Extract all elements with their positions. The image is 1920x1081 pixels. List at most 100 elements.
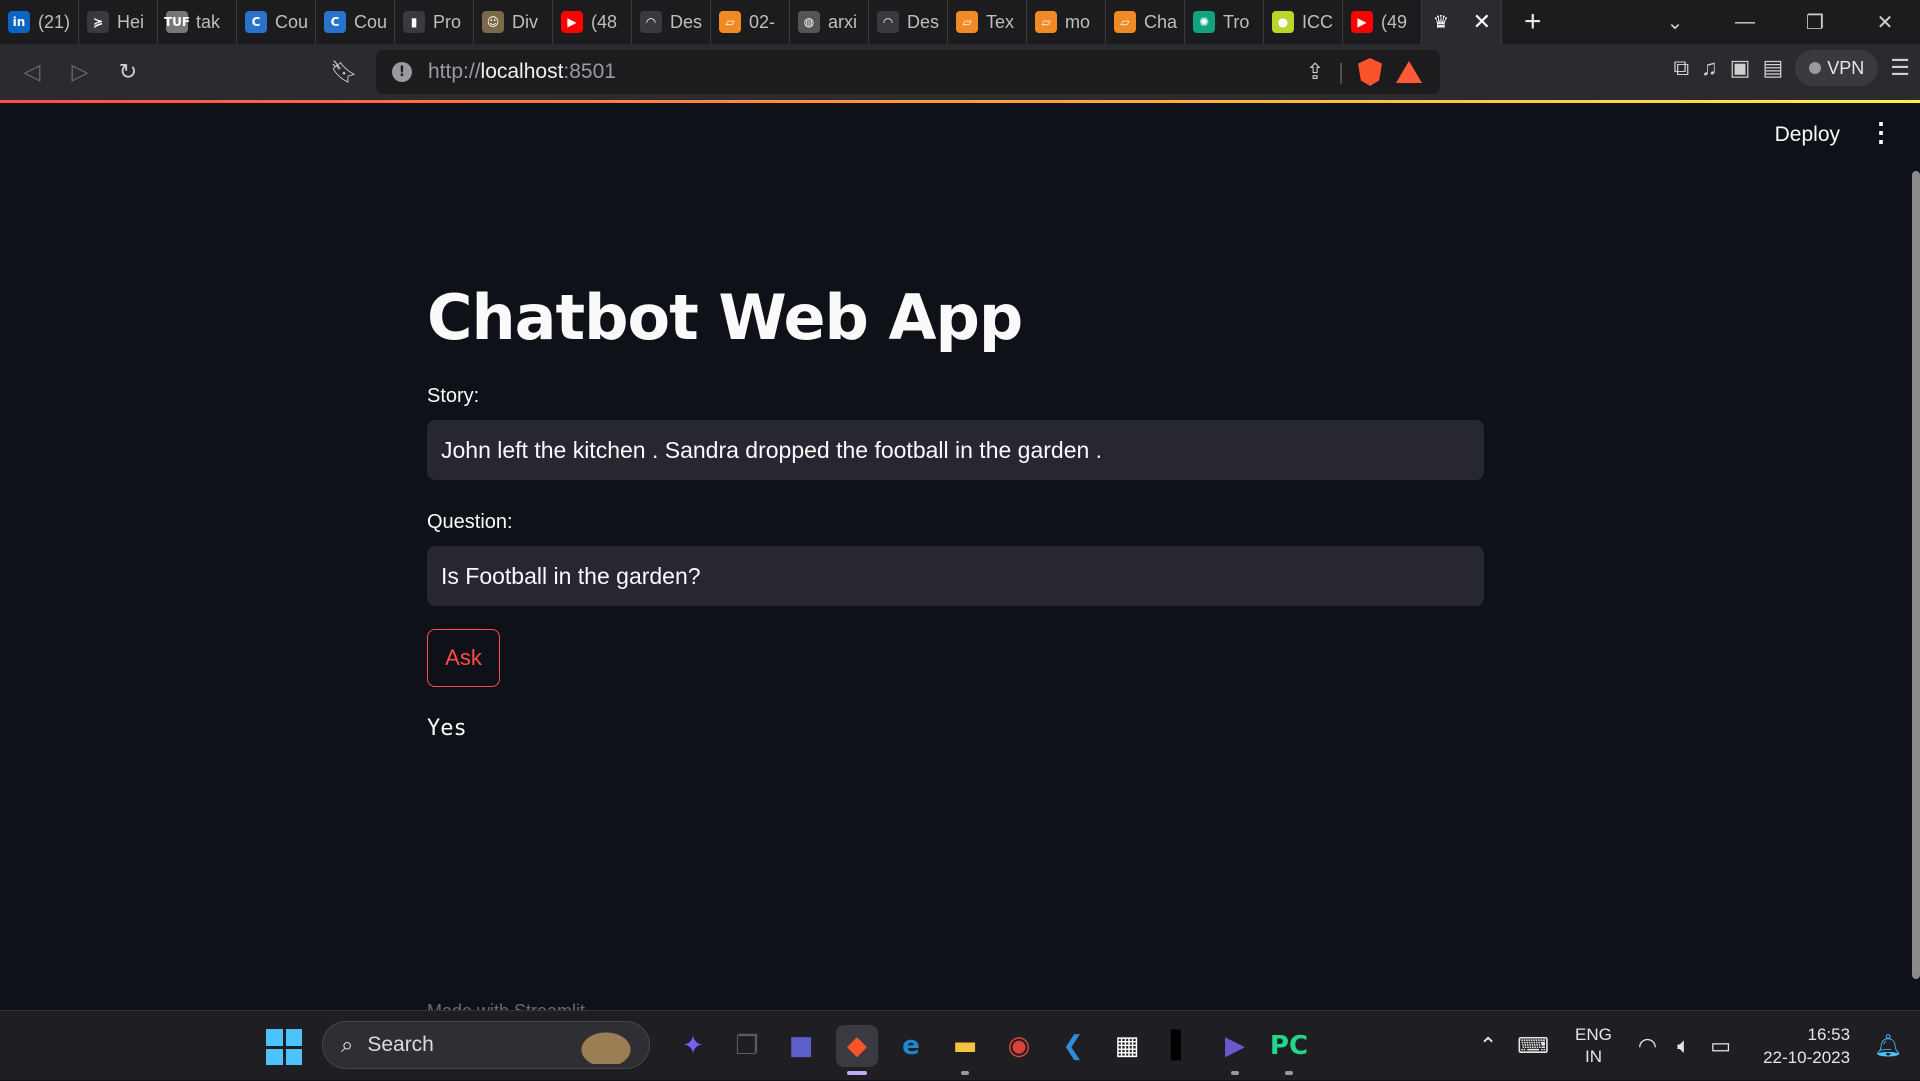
tab-label: Hei	[117, 11, 145, 32]
media-player-icon[interactable]: ▶	[1214, 1025, 1256, 1067]
search-icon: ⌕	[341, 1032, 354, 1057]
book-icon: ▱	[956, 11, 978, 33]
person-icon: ☺	[482, 11, 504, 33]
minimize-button[interactable]: —	[1710, 0, 1780, 44]
wifi-icon[interactable]: ◠	[1638, 1033, 1657, 1059]
notifications-bell-icon[interactable]: 🔔︎	[1874, 1033, 1902, 1059]
audio-bars-icon[interactable]: ▌	[1160, 1025, 1202, 1067]
clock[interactable]: 16:53 22-10-2023	[1763, 1023, 1850, 1069]
streamlit-footer[interactable]: Made with Streamlit	[427, 1001, 585, 1010]
browser-toolbar: ◁ ▷ ↻ 🔖︎ ! http://localhost:8501 ⇪ | ⧉ ♫…	[0, 44, 1920, 100]
browser-tab[interactable]: ≽ Hei	[79, 0, 158, 44]
media-icon[interactable]: ♫	[1701, 55, 1718, 81]
browser-tab-strip: in (21) ≽ Hei TUF tak C Cou C Cou ▮ Pro ☺ Div ▶ (48 ◠ Des…	[0, 0, 1920, 44]
brave-rewards-icon[interactable]	[1396, 61, 1422, 83]
wallet-icon[interactable]: ▤	[1762, 55, 1783, 81]
ms-store-icon[interactable]: ▦	[1106, 1025, 1148, 1067]
pycharm-icon[interactable]: PC	[1268, 1025, 1310, 1067]
vscode-icon[interactable]: ❮	[1052, 1025, 1094, 1067]
main-menu-icon[interactable]: ☰	[1890, 55, 1910, 81]
scrollbar[interactable]	[1912, 171, 1920, 979]
browser-tab[interactable]: ◠ Des	[632, 0, 711, 44]
browser-tab[interactable]: ◍ arxi	[790, 0, 869, 44]
browser-tab[interactable]: ▱ Tex	[948, 0, 1027, 44]
tuf-icon: TUF	[164, 11, 190, 33]
edge-icon[interactable]: e	[890, 1025, 932, 1067]
chart-icon: ▮	[403, 11, 425, 33]
vpn-button[interactable]: VPN	[1795, 50, 1879, 86]
browser-tab[interactable]: C Cou	[237, 0, 316, 44]
browser-tab[interactable]: ▱ Cha	[1106, 0, 1185, 44]
deploy-button[interactable]: Deploy	[1775, 123, 1840, 147]
copilot-icon[interactable]: ✦	[672, 1025, 714, 1067]
language-code: ENG	[1575, 1025, 1612, 1044]
site-info-icon[interactable]: !	[392, 62, 412, 82]
language-indicator[interactable]: ENG IN	[1575, 1024, 1612, 1068]
ask-button[interactable]: Ask	[427, 629, 500, 687]
streamlit-app: Deploy ⋮ Chatbot Web App Story: John lef…	[0, 103, 1920, 1010]
browser-tab[interactable]: ▶ (49	[1343, 0, 1422, 44]
browser-tab[interactable]: ● ICC	[1264, 0, 1343, 44]
tab-label: 02-	[749, 11, 776, 32]
forward-button[interactable]: ▷	[56, 50, 104, 94]
sidebar-toggle-icon[interactable]: ▣	[1730, 55, 1751, 81]
tab-label: ICC	[1302, 11, 1333, 32]
browser-tab[interactable]: ☺ Div	[474, 0, 553, 44]
app-menu-icon[interactable]: ⋮	[1868, 117, 1894, 148]
share-icon[interactable]: ⇪	[1306, 59, 1324, 85]
browser-tab[interactable]: ✺ Tro	[1185, 0, 1264, 44]
volume-icon[interactable]: 🔈︎	[1677, 1033, 1690, 1059]
book-icon: ▱	[1114, 11, 1136, 33]
browser-tab[interactable]: ▱ 02-	[711, 0, 790, 44]
brave-shields-icon[interactable]	[1358, 58, 1382, 86]
time-text: 16:53	[1807, 1025, 1851, 1044]
new-tab-button[interactable]: +	[1524, 0, 1542, 44]
browser-tab[interactable]: ◠ Des	[869, 0, 948, 44]
browser-tab[interactable]: TUF tak	[158, 0, 237, 44]
brave-browser-icon[interactable]: ◆	[836, 1025, 878, 1067]
tab-label: (49	[1381, 11, 1408, 32]
browser-tab[interactable]: ▶ (48	[553, 0, 632, 44]
close-tab-icon[interactable]: ✕	[1473, 9, 1491, 35]
browser-tab[interactable]: ▱ mo	[1027, 0, 1106, 44]
answer-text: Yes	[427, 716, 467, 741]
tab-active-streamlit[interactable]: ♛ ✕	[1422, 0, 1502, 44]
openai-icon: ✺	[1193, 11, 1215, 33]
task-view-icon[interactable]: ❐	[726, 1025, 768, 1067]
browser-tab[interactable]: ▮ Pro	[395, 0, 474, 44]
story-input[interactable]: John left the kitchen . Sandra dropped t…	[427, 420, 1484, 480]
keyboard-icon[interactable]: ⌨	[1517, 1033, 1549, 1059]
teams-chat-icon[interactable]: ■	[780, 1025, 822, 1067]
running-indicator	[1285, 1071, 1293, 1075]
address-bar[interactable]: ! http://localhost:8501 ⇪ |	[376, 50, 1440, 94]
browser-tab[interactable]: C Cou	[316, 0, 395, 44]
question-input[interactable]: Is Football in the garden?	[427, 546, 1484, 606]
running-indicator	[847, 1071, 867, 1075]
tab-label: Pro	[433, 11, 462, 32]
reload-button[interactable]: ↻	[104, 50, 152, 94]
battery-icon[interactable]: ▭	[1710, 1033, 1731, 1059]
taskbar-search[interactable]: ⌕ Search	[322, 1021, 650, 1069]
file-explorer-icon[interactable]: ▬	[944, 1025, 986, 1067]
region-code: IN	[1584, 1047, 1602, 1066]
date-text: 22-10-2023	[1763, 1048, 1851, 1067]
browser-tab[interactable]: in (21)	[0, 0, 79, 44]
show-hidden-icons-chevron-icon[interactable]: ⌃	[1479, 1033, 1497, 1059]
chrome-icon[interactable]: ◉	[998, 1025, 1040, 1067]
restore-button[interactable]: ❐	[1780, 0, 1850, 44]
tab-label: tak	[196, 11, 221, 32]
extensions-icon[interactable]: ⧉	[1673, 55, 1689, 81]
tab-search-chevron-icon[interactable]: ⌄	[1640, 0, 1710, 44]
running-indicator	[961, 1071, 969, 1075]
back-button[interactable]: ◁	[8, 50, 56, 94]
start-button[interactable]	[266, 1029, 302, 1065]
cricket-ball-icon: ●	[1272, 11, 1294, 33]
book-icon: ▱	[719, 11, 741, 33]
close-window-button[interactable]: ✕	[1850, 0, 1920, 44]
coursera-icon: C	[324, 11, 346, 33]
tab-label: Cou	[275, 11, 309, 32]
bookmark-icon[interactable]: 🔖︎	[320, 50, 368, 94]
tab-label: (48	[591, 11, 618, 32]
url-text: http://localhost:8501	[428, 60, 616, 83]
tab-label: arxi	[828, 11, 858, 32]
